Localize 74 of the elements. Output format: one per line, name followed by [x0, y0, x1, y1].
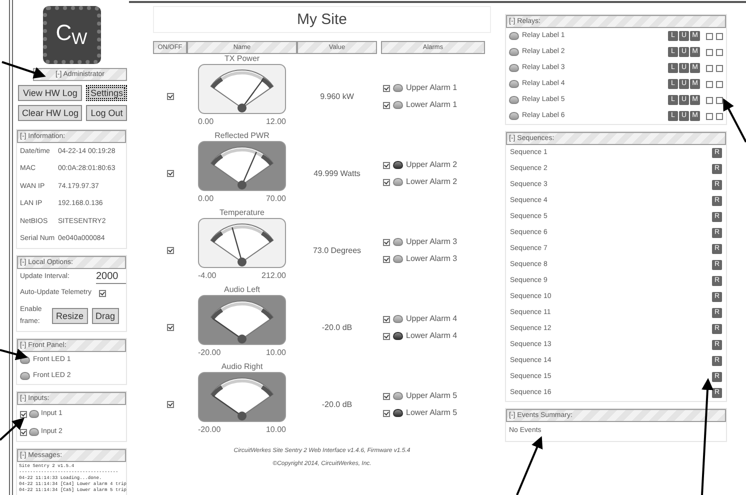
button[interactable]: View HW Log: [18, 85, 82, 101]
checkbox[interactable]: [166, 170, 174, 177]
alarm-label: Upper Alarm 5: [406, 390, 458, 402]
alarm-label: Upper Alarm 4: [406, 313, 458, 325]
gauge-min: -20.00: [198, 347, 221, 359]
value-text: 49.999 Watts: [314, 168, 360, 180]
gauge-min: -4.00: [198, 270, 216, 282]
checkbox[interactable]: [706, 80, 713, 88]
checkbox[interactable]: [383, 162, 390, 168]
gauge-max: 12.00: [266, 116, 286, 128]
gauge-max: 10.00: [266, 424, 286, 436]
input-field[interactable]: 2000: [96, 270, 126, 284]
alarm-label: Upper Alarm 1: [406, 82, 458, 94]
alarm-label: Lower Alarm 2: [406, 176, 458, 188]
alarm-label: Upper Alarm 2: [406, 159, 458, 171]
checkbox[interactable]: [166, 401, 174, 408]
checkbox[interactable]: [383, 392, 390, 400]
value-text: 9.960 kW: [320, 90, 354, 102]
alarm-label: Lower Alarm 4: [406, 330, 458, 342]
callout-arrow: [2, 61, 46, 79]
checkbox[interactable]: [706, 96, 713, 104]
gauge-min: 0.00: [198, 116, 214, 128]
gauge-title: Audio Left: [222, 285, 262, 295]
button[interactable]: Clear HW Log: [18, 105, 82, 121]
alarm-label: Lower Alarm 3: [406, 253, 458, 265]
alarm-label: Lower Alarm 1: [406, 99, 458, 111]
logo-icon: C$_{W}$: [42, 6, 100, 64]
callout-arrow: [723, 98, 746, 142]
gauge-title: Audio Right: [220, 362, 264, 372]
gauge-min: -20.00: [198, 424, 221, 436]
checkbox[interactable]: [166, 324, 174, 331]
checkbox[interactable]: [716, 80, 723, 88]
checkbox[interactable]: [383, 332, 390, 340]
gauge-max: 10.00: [266, 347, 286, 359]
checkbox[interactable]: [716, 64, 723, 72]
checkbox[interactable]: [383, 102, 390, 108]
checkbox[interactable]: [716, 48, 723, 56]
checkbox[interactable]: [706, 32, 713, 40]
page-title: My Site: [153, 6, 491, 33]
value-text: -20.0 dB: [322, 322, 352, 334]
gauge-title: Temperature: [218, 208, 266, 218]
value-text: 73.0 Degrees: [312, 244, 362, 256]
checkbox[interactable]: [383, 316, 390, 322]
checkbox[interactable]: [706, 112, 713, 120]
gauge-title: Reflected PWR: [214, 131, 270, 141]
checkbox[interactable]: [716, 32, 723, 40]
callout-arrow: [0, 348, 28, 360]
checkbox[interactable]: [383, 84, 390, 92]
checkbox[interactable]: [166, 93, 174, 100]
checkbox[interactable]: [716, 96, 723, 104]
button[interactable]: Resize: [52, 308, 88, 324]
button[interactable]: Settings: [86, 85, 127, 101]
checkbox[interactable]: [383, 410, 390, 416]
checkbox[interactable]: [383, 238, 390, 246]
gauge-min: 0.00: [198, 193, 214, 205]
checkbox[interactable]: [20, 410, 27, 418]
checkbox[interactable]: [706, 64, 713, 72]
gauge-max: 212.00: [262, 270, 286, 282]
callout-arrow: [516, 436, 543, 495]
checkbox[interactable]: [706, 48, 713, 56]
gauge-max: 70.00: [266, 193, 286, 205]
alarm-label: Lower Alarm 5: [406, 407, 458, 419]
checkbox[interactable]: [166, 247, 174, 254]
checkbox[interactable]: [383, 178, 390, 186]
checkbox[interactable]: [20, 428, 27, 436]
checkbox[interactable]: [383, 256, 390, 262]
alarm-label: Upper Alarm 3: [406, 236, 458, 248]
checkbox[interactable]: [99, 290, 106, 296]
callout-arrow: [0, 418, 24, 441]
button[interactable]: Log Out: [86, 105, 127, 121]
gauge-title: TX Power: [223, 54, 261, 64]
checkbox[interactable]: [716, 112, 723, 120]
value-text: -20.0 dB: [322, 398, 352, 410]
button[interactable]: Drag: [92, 308, 120, 324]
